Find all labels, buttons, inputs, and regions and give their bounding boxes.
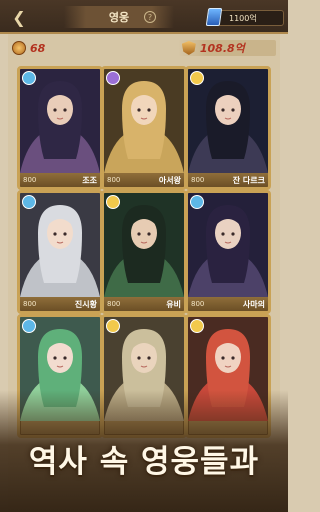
- gem-icon: [205, 8, 223, 26]
- light-element-icon: [106, 319, 120, 333]
- hero-level: 800: [23, 300, 37, 308]
- promo-caption: 역사 속 영웅들과: [28, 444, 260, 480]
- help-symbol: ?: [147, 12, 153, 22]
- hero-count-value: 68: [30, 41, 46, 55]
- page-title-label: 영웅: [108, 11, 130, 24]
- total-power: 108.8억: [177, 40, 276, 56]
- hero-card[interactable]: 800 아서왕: [101, 66, 187, 190]
- hero-portrait: [104, 69, 184, 173]
- currency-display[interactable]: 1100억: [205, 8, 284, 26]
- hero-name: 사마의: [242, 299, 265, 309]
- hero-name: 아서왕: [158, 175, 181, 185]
- hero-portrait: [20, 69, 100, 173]
- help-icon[interactable]: ?: [144, 11, 156, 23]
- hero-name: 진시황: [74, 299, 97, 309]
- hero-card[interactable]: 800 조조: [17, 66, 103, 190]
- hero-count-icon: [12, 41, 26, 55]
- hero-card[interactable]: 800 진시황: [17, 190, 103, 314]
- light-element-icon: [106, 195, 120, 209]
- hero-name: 유비: [166, 299, 181, 309]
- stats-bar: 68 108.8억: [12, 38, 276, 58]
- hero-level: 800: [191, 176, 205, 184]
- dark-element-icon: [106, 71, 120, 85]
- hero-nameplate: 800 유비: [104, 297, 184, 311]
- hero-card[interactable]: 800 사마의: [185, 190, 271, 314]
- hero-nameplate: 800 조조: [20, 173, 100, 187]
- light-element-icon: [190, 319, 204, 333]
- hero-card[interactable]: 800 유비: [101, 190, 187, 314]
- wind-element-icon: [22, 195, 36, 209]
- wind-element-icon: [190, 195, 204, 209]
- hero-nameplate: 800 잔 다르크: [188, 173, 268, 187]
- hero-portrait: [188, 69, 268, 173]
- hero-nameplate: 800 사마의: [188, 297, 268, 311]
- hero-nameplate: 800 진시황: [20, 297, 100, 311]
- wind-element-icon: [22, 319, 36, 333]
- hero-level: 800: [23, 176, 37, 184]
- hero-card[interactable]: 800 잔 다르크: [185, 66, 271, 190]
- power-icon: [181, 41, 196, 55]
- total-power-value: 108.8억: [199, 42, 245, 55]
- hero-name: 잔 다르크: [232, 175, 265, 185]
- hero-portrait: [104, 193, 184, 297]
- currency-value: 1100억: [229, 13, 257, 23]
- top-bar: ❮ 영웅 ? 1100억: [0, 0, 288, 34]
- page-title: 영웅: [64, 6, 174, 28]
- wind-element-icon: [22, 71, 36, 85]
- hero-nameplate: 800 아서왕: [104, 173, 184, 187]
- hero-level: 800: [107, 300, 121, 308]
- hero-name: 조조: [82, 175, 97, 185]
- hero-level: 800: [107, 176, 121, 184]
- back-button[interactable]: ❮: [6, 6, 32, 28]
- hero-count: 68: [12, 41, 120, 55]
- hero-level: 800: [191, 300, 205, 308]
- light-element-icon: [190, 71, 204, 85]
- hero-portrait: [20, 193, 100, 297]
- hero-portrait: [188, 193, 268, 297]
